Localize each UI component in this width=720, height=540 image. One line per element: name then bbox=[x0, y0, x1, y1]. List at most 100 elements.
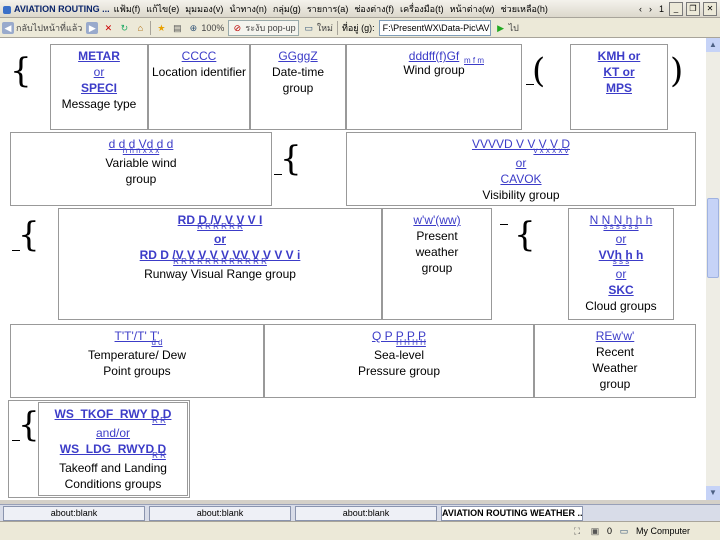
menu-navigate[interactable]: นำทาง(n) bbox=[229, 2, 267, 16]
cloud-group-label: Cloud groups bbox=[585, 299, 657, 313]
popup-label: ระงับ pop-up bbox=[245, 22, 296, 33]
menu-help[interactable]: ช่วยเหลือ(h) bbox=[501, 2, 548, 16]
prev-icon[interactable]: ‹ bbox=[637, 4, 644, 14]
zoom-icon: ⊕ bbox=[189, 22, 198, 33]
cell-visibility: VVVVD V V V V D v x x x x v or CAVOK Vis… bbox=[346, 132, 696, 206]
status-bar: ⛶ ▣ 0 ▭ My Computer bbox=[0, 521, 720, 540]
minimize-icon[interactable]: _ bbox=[669, 1, 683, 16]
brace-open: { bbox=[18, 215, 40, 255]
go-label: ไป bbox=[508, 22, 519, 33]
page-content: { METAR or SPECI Message type CCCC Locat… bbox=[0, 38, 706, 500]
ww-link[interactable]: w'w'(ww) bbox=[383, 212, 491, 228]
cell-variable-wind: d d d Vd d d n n n x x x Variable wind g… bbox=[10, 132, 272, 206]
popup-blocker-button[interactable]: ⊘ ระงับ pop-up bbox=[228, 19, 299, 36]
temperature-label: Temperature/ Dew Point groups bbox=[87, 348, 187, 378]
next-icon[interactable]: › bbox=[647, 4, 654, 14]
kt-link[interactable]: KT or bbox=[571, 64, 667, 80]
pressure-subscript: H H H H bbox=[396, 338, 426, 347]
tab-3[interactable]: about:blank bbox=[295, 505, 437, 521]
page-number: 1 bbox=[658, 3, 664, 14]
print-icon[interactable]: ▤ bbox=[171, 22, 183, 34]
cell-takeoff-landing: WS_TKOF_RWY D D R R and/or WS_LDG_RWYD D… bbox=[38, 402, 188, 496]
scroll-down-icon[interactable]: ▼ bbox=[706, 486, 720, 500]
brace-open: { bbox=[280, 139, 302, 179]
variable-wind-label: Variable wind group bbox=[105, 156, 177, 186]
rvr-subscript-2: R R R R R R R R R R R R bbox=[173, 257, 267, 266]
tab-2[interactable]: about:blank bbox=[149, 505, 291, 521]
menu-edit[interactable]: แก้ไข(e) bbox=[146, 2, 179, 16]
dash bbox=[500, 224, 508, 225]
cell-wind: dddff(f)Gf m f m Wind group bbox=[346, 44, 522, 130]
variable-wind-subscript: n n n x x x bbox=[122, 146, 160, 155]
go-button[interactable]: ▶ ไป bbox=[495, 21, 519, 35]
gggz-link[interactable]: GGggZ bbox=[251, 48, 345, 64]
cccc-link[interactable]: CCCC bbox=[149, 48, 249, 64]
status-count: 0 bbox=[606, 526, 612, 536]
menu-channel[interactable]: ช่องต่าง(f) bbox=[354, 2, 394, 16]
speci-link[interactable]: SPECI bbox=[51, 80, 147, 96]
new-page-icon: ▭ bbox=[304, 22, 313, 33]
cavok-link[interactable]: CAVOK bbox=[347, 171, 695, 187]
back-icon: ◀ bbox=[2, 21, 14, 34]
or-text: or bbox=[615, 267, 627, 281]
menu-tools[interactable]: เครื่องมือ(t) bbox=[400, 2, 444, 16]
cell-location: CCCC Location identifier bbox=[148, 44, 250, 130]
metar-link[interactable]: METAR bbox=[51, 48, 147, 64]
brace-open: { bbox=[18, 405, 40, 445]
title-menu-bar: AVIATION ROUTING ... แฟ้ม(f) แก้ไข(e) มุ… bbox=[0, 0, 720, 18]
tab-active[interactable]: AVIATION ROUTING WEATHER ... bbox=[441, 505, 583, 521]
cell-units: KMH or KT or MPS bbox=[570, 44, 668, 130]
visibility-group-label: Visibility group bbox=[482, 188, 560, 202]
toolbar: ◀ กลับไปหน้าที่แล้ว ▶ ✕ ↻ ⌂ ★ ▤ ⊕ 100% ⊘ ระ… bbox=[0, 18, 720, 38]
location-label: Location identifier bbox=[151, 65, 247, 79]
or-text: or bbox=[615, 232, 627, 246]
menu-file[interactable]: แฟ้ม(f) bbox=[114, 2, 141, 16]
lock-icon: ▣ bbox=[590, 526, 600, 536]
home-icon[interactable]: ⌂ bbox=[134, 22, 146, 34]
bookmark-star-icon[interactable]: ★ bbox=[155, 22, 167, 34]
scroll-thumb[interactable] bbox=[707, 198, 719, 278]
vertical-scrollbar[interactable]: ▲ ▼ bbox=[706, 38, 720, 500]
new-label: ใหม่ bbox=[316, 22, 333, 33]
recent-weather-link[interactable]: REw'w' bbox=[535, 328, 695, 344]
skc-link[interactable]: SKC bbox=[569, 282, 673, 298]
tab-1[interactable]: about:blank bbox=[3, 505, 145, 521]
menu-bar: แฟ้ม(f) แก้ไข(e) มุมมอง(v) นำทาง(n) กลุ่… bbox=[114, 2, 548, 16]
cell-clouds: N N N h h h s s s s s s or VVh h h s s s… bbox=[568, 208, 674, 320]
menu-view[interactable]: มุมมอง(v) bbox=[185, 2, 223, 16]
restore-icon[interactable]: ❐ bbox=[686, 1, 700, 16]
message-type-label: Message type bbox=[61, 97, 137, 111]
new-button[interactable]: ▭ ใหม่ bbox=[303, 21, 333, 35]
menu-window[interactable]: หน้าต่าง(w) bbox=[450, 2, 495, 16]
cell-rvr: RD D /V V V V I R R R R R R or RD D /V V… bbox=[58, 208, 382, 320]
zoom-value: 100% bbox=[201, 22, 225, 33]
back-button[interactable]: ◀ กลับไปหน้าที่แล้ว bbox=[2, 21, 82, 35]
separator bbox=[336, 20, 338, 35]
forward-icon[interactable]: ▶ bbox=[86, 21, 99, 34]
menu-group[interactable]: กลุ่ม(g) bbox=[273, 2, 301, 16]
close-icon[interactable]: ✕ bbox=[703, 1, 717, 16]
cell-temperature: T'T'/T' T' d d Temperature/ Dew Point gr… bbox=[10, 324, 264, 398]
separator bbox=[150, 20, 152, 35]
reload-icon[interactable]: ↻ bbox=[118, 22, 130, 34]
address-bar[interactable]: F:\PresentWX\Data-Pic\AVIATION RO bbox=[378, 19, 491, 36]
or-text: or bbox=[214, 232, 226, 246]
menu-list[interactable]: รายการ(a) bbox=[307, 2, 349, 16]
or-text: or bbox=[93, 65, 105, 79]
scroll-up-icon[interactable]: ▲ bbox=[706, 38, 720, 52]
address-label: ที่อยู่ (g): bbox=[341, 22, 375, 33]
cell-recent-weather: REw'w' Recent Weather group bbox=[534, 324, 696, 398]
stop-icon[interactable]: ✕ bbox=[102, 22, 114, 34]
wind-group-label: Wind group bbox=[403, 63, 465, 77]
go-icon: ▶ bbox=[497, 22, 505, 33]
cell-pressure: Q P P P P H H H H Sea-level Pressure gro… bbox=[264, 324, 534, 398]
recent-weather-label: Recent Weather group bbox=[592, 345, 638, 391]
pressure-label: Sea-level Pressure group bbox=[357, 348, 441, 378]
security-zone: My Computer bbox=[636, 526, 691, 536]
or-text: or bbox=[515, 156, 527, 170]
mps-link[interactable]: MPS bbox=[571, 80, 667, 96]
cell-datetime: GGggZ Date-time group bbox=[250, 44, 346, 130]
kmh-link[interactable]: KMH or bbox=[571, 48, 667, 64]
tab-bar: about:blank about:blank about:blank AVIA… bbox=[0, 504, 720, 521]
zoom-select[interactable]: ⊕ 100% bbox=[187, 22, 225, 34]
